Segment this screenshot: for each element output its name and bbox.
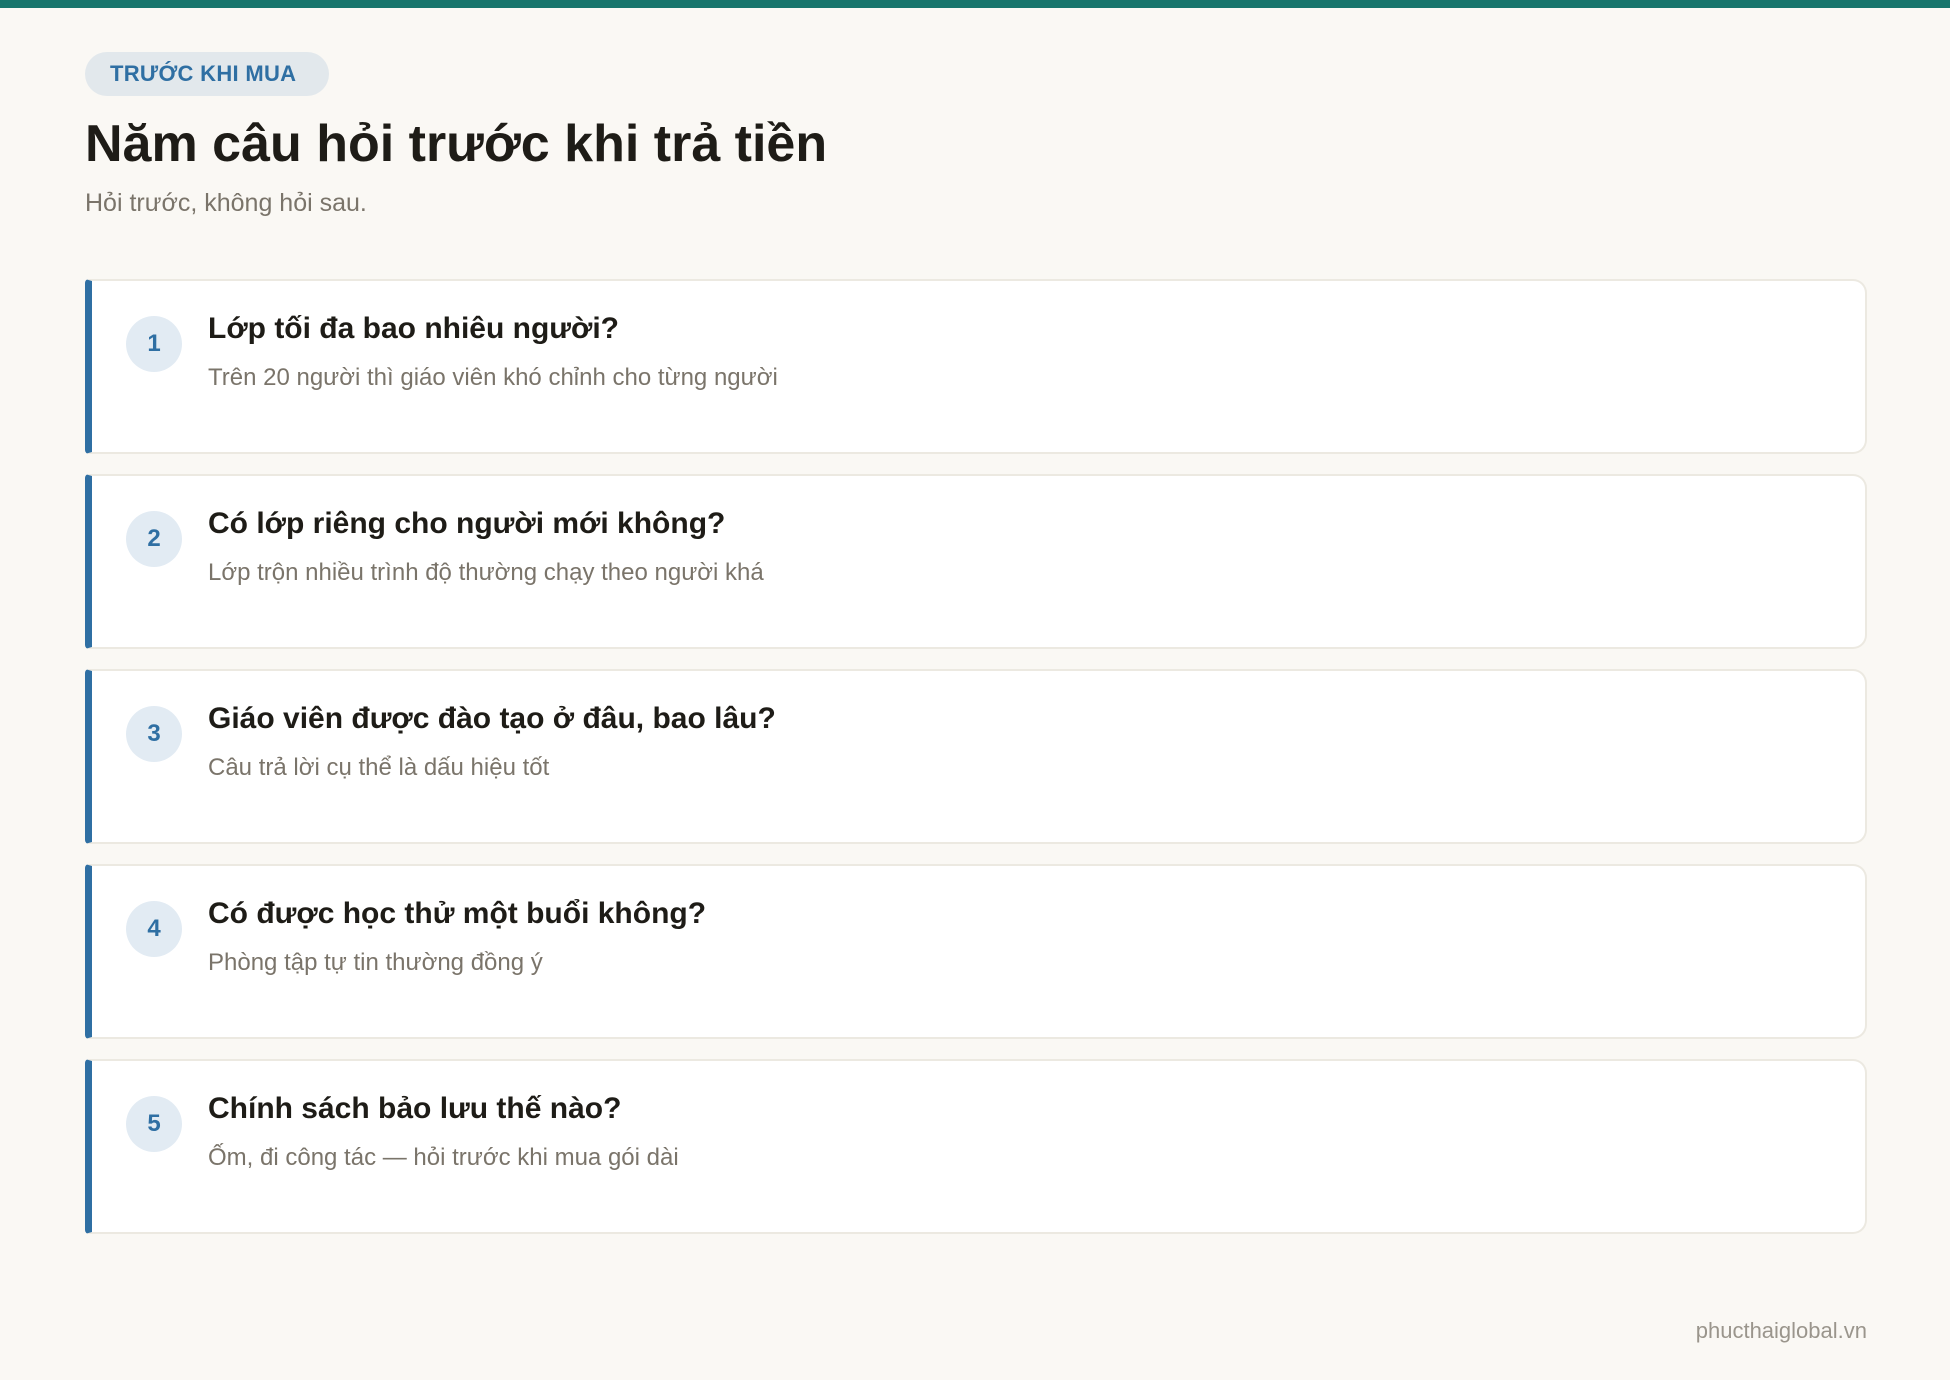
question-card: 3 Giáo viên được đào tạo ở đâu, bao lâu?… bbox=[85, 669, 1867, 844]
footer-site-link[interactable]: phucthaiglobal.vn bbox=[1696, 1318, 1867, 1344]
question-number: 5 bbox=[126, 1096, 182, 1152]
question-note: Trên 20 người thì giáo viên khó chỉnh ch… bbox=[208, 364, 778, 391]
question-text: Có được học thử một buổi không? bbox=[208, 897, 707, 930]
question-card: 5 Chính sách bảo lưu thế nào? Ốm, đi côn… bbox=[85, 1059, 1867, 1234]
question-number: 4 bbox=[126, 901, 182, 957]
question-card: 2 Có lớp riêng cho người mới không? Lớp … bbox=[85, 474, 1867, 649]
question-note: Phòng tập tự tin thường đồng ý bbox=[208, 949, 543, 976]
question-card: 1 Lớp tối đa bao nhiêu người? Trên 20 ng… bbox=[85, 279, 1867, 454]
question-text: Giáo viên được đào tạo ở đâu, bao lâu? bbox=[208, 702, 776, 735]
question-text: Có lớp riêng cho người mới không? bbox=[208, 507, 726, 540]
question-list: 1 Lớp tối đa bao nhiêu người? Trên 20 ng… bbox=[85, 279, 1867, 1254]
page-title: Năm câu hỏi trước khi trả tiền bbox=[85, 115, 828, 173]
section-badge: TRƯỚC KHI MUA bbox=[85, 52, 329, 96]
top-accent-bar bbox=[0, 0, 1950, 8]
question-note: Ốm, đi công tác — hỏi trước khi mua gói … bbox=[208, 1144, 679, 1171]
question-card: 4 Có được học thử một buổi không? Phòng … bbox=[85, 864, 1867, 1039]
question-text: Chính sách bảo lưu thế nào? bbox=[208, 1092, 622, 1125]
question-note: Câu trả lời cụ thể là dấu hiệu tốt bbox=[208, 754, 550, 781]
question-note: Lớp trộn nhiều trình độ thường chạy theo… bbox=[208, 559, 764, 586]
question-text: Lớp tối đa bao nhiêu người? bbox=[208, 312, 620, 345]
question-number: 3 bbox=[126, 706, 182, 762]
question-number: 2 bbox=[126, 511, 182, 567]
page-subtitle: Hỏi trước, không hỏi sau. bbox=[85, 189, 367, 217]
question-number: 1 bbox=[126, 316, 182, 372]
